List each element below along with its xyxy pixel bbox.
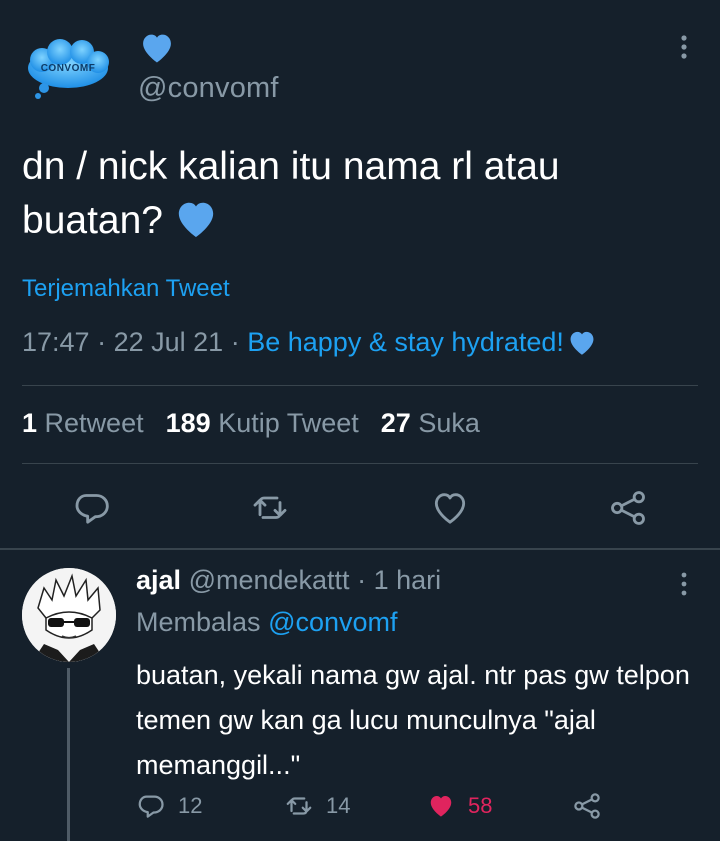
reply-header: ajal @mendekattt · 1 hari (136, 565, 441, 596)
tweet-source-label: Be happy & stay hydrated! (247, 327, 564, 357)
divider (22, 385, 698, 386)
reply-retweet-button[interactable]: 14 (284, 790, 350, 822)
meta-separator: · (97, 327, 107, 357)
blue-heart-icon (178, 202, 214, 238)
reply-author-name[interactable]: ajal (136, 565, 181, 595)
tweet-text-content: dn / nick kalian itu nama rl atau buatan… (22, 145, 560, 242)
blue-heart-icon (570, 331, 594, 355)
avatar-text: CONVOMF (41, 63, 96, 74)
tweet-stats: 1 Retweet 189 Kutip Tweet 27 Suka (22, 408, 480, 439)
like-label: Suka (418, 408, 480, 438)
reply-share-button[interactable] (572, 790, 602, 822)
share-icon (611, 491, 645, 525)
reply-retweet-count: 14 (326, 793, 351, 818)
tweet-text: dn / nick kalian itu nama rl atau buatan… (22, 140, 682, 248)
divider (22, 463, 698, 464)
meta-separator: · (357, 565, 367, 595)
like-stat[interactable]: 27 Suka (381, 408, 480, 438)
like-count: 27 (380, 408, 411, 438)
reply-age: 1 hari (373, 565, 442, 595)
liked-heart-icon (430, 796, 452, 817)
retweet-label: Retweet (44, 408, 144, 438)
retweet-icon (286, 797, 312, 815)
author-avatar[interactable]: CONVOMF (22, 38, 114, 102)
reply-icon (75, 494, 109, 524)
tweet-time: 17:47 (22, 327, 90, 357)
share-button[interactable] (608, 488, 648, 528)
cloud-avatar-icon: CONVOMF (28, 39, 109, 99)
reply-icon (138, 795, 164, 818)
quote-label: Kutip Tweet (218, 408, 359, 438)
like-button[interactable] (430, 488, 470, 528)
reply-like-count: 58 (468, 793, 493, 818)
replying-label: Membalas (136, 607, 261, 637)
anime-avatar-icon (22, 568, 116, 662)
section-divider (0, 548, 720, 550)
more-vertical-icon[interactable] (670, 568, 698, 600)
tweet-meta: 17:47 · 22 Jul 21 · Be happy & stay hydr… (22, 327, 702, 358)
display-name-heart-icon (143, 34, 171, 63)
replying-to: Membalas @convomf (136, 607, 398, 638)
retweet-icon (253, 496, 287, 519)
retweet-stat[interactable]: 1 Retweet (22, 408, 144, 438)
quote-stat[interactable]: 189 Kutip Tweet (166, 408, 359, 438)
author-handle[interactable]: @convomf (138, 72, 279, 105)
replying-mention[interactable]: @convomf (268, 607, 397, 637)
reply-text: buatan, yekali nama gw ajal. ntr pas gw … (136, 660, 690, 780)
reply-reply-count: 12 (178, 793, 203, 818)
reply-reply-button[interactable]: 12 (136, 790, 202, 822)
share-icon (574, 793, 600, 819)
thread-line (67, 668, 70, 841)
more-vertical-icon[interactable] (668, 30, 700, 64)
like-icon (434, 493, 466, 524)
tweet-detail-screen: CONVOMF @convomf dn / nick kalian itu na… (0, 0, 720, 841)
retweet-count: 1 (22, 408, 38, 438)
reply-like-button[interactable]: 58 (426, 790, 492, 822)
tweet-date: 22 Jul 21 (113, 327, 224, 357)
quote-count: 189 (165, 408, 211, 438)
reply-author-avatar[interactable] (22, 568, 116, 662)
tweet-source-link[interactable]: Be happy & stay hydrated! (247, 327, 598, 357)
retweet-button[interactable] (250, 488, 290, 528)
reply-button[interactable] (72, 488, 112, 528)
tweet-author-row: CONVOMF @convomf (0, 0, 720, 130)
translate-tweet-link[interactable]: Terjemahkan Tweet (22, 275, 230, 303)
reply-author-handle[interactable]: @mendekattt (189, 565, 350, 595)
meta-separator: · (230, 327, 240, 357)
